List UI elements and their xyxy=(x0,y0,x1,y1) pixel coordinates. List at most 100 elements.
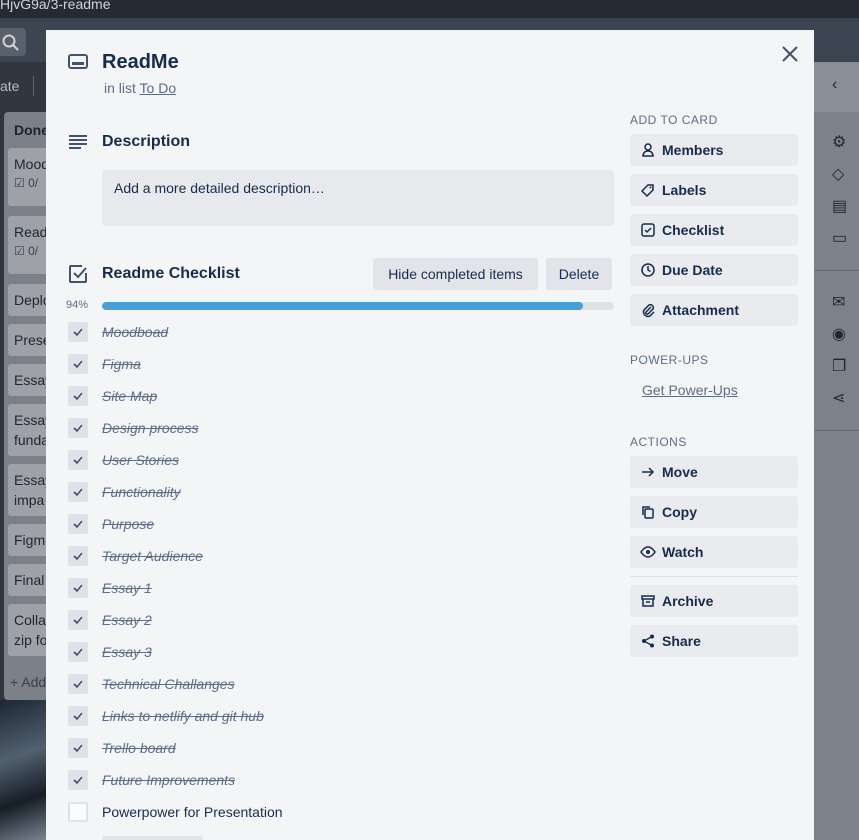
chevron-left-icon[interactable]: ‹ xyxy=(832,76,837,94)
check-icon xyxy=(73,520,83,529)
checklist-item-text[interactable]: Purpose xyxy=(102,516,154,532)
description-input[interactable]: Add a more detailed description… xyxy=(102,170,614,226)
checklist-button[interactable]: Checklist xyxy=(630,214,798,246)
board-toolbar-label[interactable]: ate xyxy=(0,78,19,94)
checklist-item[interactable]: Site Map xyxy=(68,384,614,416)
checklist-item-text[interactable]: Figma xyxy=(102,356,141,372)
checklist-item-checkbox[interactable] xyxy=(68,386,88,406)
card-title[interactable]: ReadMe xyxy=(102,51,179,74)
checklist-item-text[interactable]: User Stories xyxy=(102,452,179,468)
list-card[interactable]: Mood ☑ 0/ xyxy=(8,148,50,206)
delete-checklist-button[interactable]: Delete xyxy=(546,258,612,290)
list-card[interactable]: Deplo xyxy=(8,284,51,316)
due-date-button[interactable]: Due Date xyxy=(630,254,798,286)
share-icon[interactable]: ⋖ xyxy=(832,388,845,408)
watch-button[interactable]: Watch xyxy=(630,536,798,568)
checklist-item-checkbox[interactable] xyxy=(68,610,88,630)
checklist-item-checkbox[interactable] xyxy=(68,418,88,438)
board-search-button[interactable] xyxy=(0,28,26,56)
checklist-item[interactable]: Links to netlify and git hub xyxy=(68,704,614,736)
checklist-item-text[interactable]: Technical Challanges xyxy=(102,676,235,692)
checklist-item[interactable]: Technical Challanges xyxy=(68,672,614,704)
gear-icon[interactable]: ⚙ xyxy=(832,132,846,152)
checklist-item-text[interactable]: Essay 3 xyxy=(102,644,152,660)
list-card[interactable]: Prese xyxy=(8,324,51,356)
checklist-item-text[interactable]: Moodboad xyxy=(102,324,168,340)
checklist-item-text[interactable]: Design process xyxy=(102,420,199,436)
checklist-item-text[interactable]: Essay 1 xyxy=(102,580,152,596)
attachment-button[interactable]: Attachment xyxy=(630,294,798,326)
hide-completed-button[interactable]: Hide completed items xyxy=(373,258,538,290)
url-text[interactable]: HjvG9a/3-readme xyxy=(0,0,111,12)
labels-button[interactable]: Labels xyxy=(630,174,798,206)
checklist-item-checkbox[interactable] xyxy=(68,770,88,790)
checklist-item-checkbox[interactable] xyxy=(68,578,88,598)
get-power-ups-link[interactable]: Get Power-Ups xyxy=(642,382,738,398)
checklist-item-checkbox[interactable] xyxy=(68,738,88,758)
checklist-item[interactable]: Trello board xyxy=(68,736,614,768)
archive-icon[interactable]: ▭ xyxy=(832,228,847,248)
checklist-item[interactable]: Moodboad xyxy=(68,320,614,352)
checklist-item-checkbox[interactable] xyxy=(68,450,88,470)
copy-button[interactable]: Copy xyxy=(630,496,798,528)
checklist-item[interactable]: Design process xyxy=(68,416,614,448)
checklist-label: Checklist xyxy=(662,222,725,238)
mail-icon[interactable]: ✉ xyxy=(832,292,845,312)
checklist-item[interactable]: Essay 1 xyxy=(68,576,614,608)
power-ups-heading: POWER-UPS xyxy=(630,353,709,367)
share-button[interactable]: Share xyxy=(630,625,798,657)
checklist-item[interactable]: Future Improvements xyxy=(68,768,614,800)
checklist-item-text[interactable]: Essay 2 xyxy=(102,612,152,628)
checklist-progress-percent: 94% xyxy=(66,299,89,311)
close-button[interactable] xyxy=(776,40,804,68)
checklist-progress-bar xyxy=(102,302,614,310)
checklist-item-checkbox[interactable] xyxy=(68,546,88,566)
list-card[interactable]: Essay funda xyxy=(8,404,52,456)
checklist-item[interactable]: Purpose xyxy=(68,512,614,544)
checklist-item-checkbox[interactable] xyxy=(68,802,88,822)
sticker-icon[interactable]: ▤ xyxy=(832,196,847,216)
members-button[interactable]: Members xyxy=(630,134,798,166)
checklist-item-text[interactable]: Powerpower for Presentation xyxy=(102,804,283,820)
checklist-item-text[interactable]: Functionality xyxy=(102,484,181,500)
checklist-title[interactable]: Readme Checklist xyxy=(102,265,240,283)
checklist-item-text[interactable]: Site Map xyxy=(102,388,157,404)
checklist-item[interactable]: Essay 2 xyxy=(68,608,614,640)
add-item-button[interactable] xyxy=(102,836,203,840)
checklist-item-text[interactable]: Trello board xyxy=(102,740,176,756)
list-card[interactable]: Read ☑ 0/ xyxy=(8,216,47,274)
checklist-item[interactable]: Essay 3 xyxy=(68,640,614,672)
checklist-item-text[interactable]: Links to netlify and git hub xyxy=(102,708,264,724)
list-title[interactable]: Done xyxy=(14,122,49,138)
checklist-item-text[interactable]: Target Audience xyxy=(102,548,203,564)
checklist-item[interactable]: Functionality xyxy=(68,480,614,512)
checklist-item-checkbox[interactable] xyxy=(68,706,88,726)
browser-url-bar: HjvG9a/3-readme xyxy=(0,0,859,22)
checklist-item-checkbox[interactable] xyxy=(68,482,88,502)
add-card-button[interactable]: + Add xyxy=(10,674,46,690)
checklist-item[interactable]: Target Audience xyxy=(68,544,614,576)
move-button[interactable]: Move xyxy=(630,456,798,488)
eye-icon[interactable]: ◉ xyxy=(832,324,846,344)
checklist-item-text[interactable]: Future Improvements xyxy=(102,772,235,788)
checklist-item-checkbox[interactable] xyxy=(68,354,88,374)
tag-icon[interactable]: ◇ xyxy=(832,164,844,184)
checklist-item-checkbox[interactable] xyxy=(68,674,88,694)
checklist-item[interactable]: User Stories xyxy=(68,448,614,480)
copy-icon[interactable]: ❐ xyxy=(832,356,846,376)
list-card[interactable]: Figm xyxy=(8,524,46,556)
list-link[interactable]: To Do xyxy=(140,80,177,96)
list-card[interactable]: Final xyxy=(8,564,46,596)
card-icon xyxy=(68,54,88,69)
checklist-item[interactable]: Figma xyxy=(68,352,614,384)
check-icon xyxy=(73,392,83,401)
checklist-item-checkbox[interactable] xyxy=(68,642,88,662)
list-card[interactable]: Essay impa xyxy=(8,464,52,516)
list-card[interactable]: Essay xyxy=(8,364,52,396)
checklist-item-checkbox[interactable] xyxy=(68,514,88,534)
checklist-item-checkbox[interactable] xyxy=(68,322,88,342)
list-card-title: Mood xyxy=(14,156,50,172)
archive-button[interactable]: Archive xyxy=(630,585,798,617)
list-card[interactable]: Colla zip fo xyxy=(8,604,47,656)
checklist-item[interactable]: Powerpower for Presentation xyxy=(68,800,614,832)
